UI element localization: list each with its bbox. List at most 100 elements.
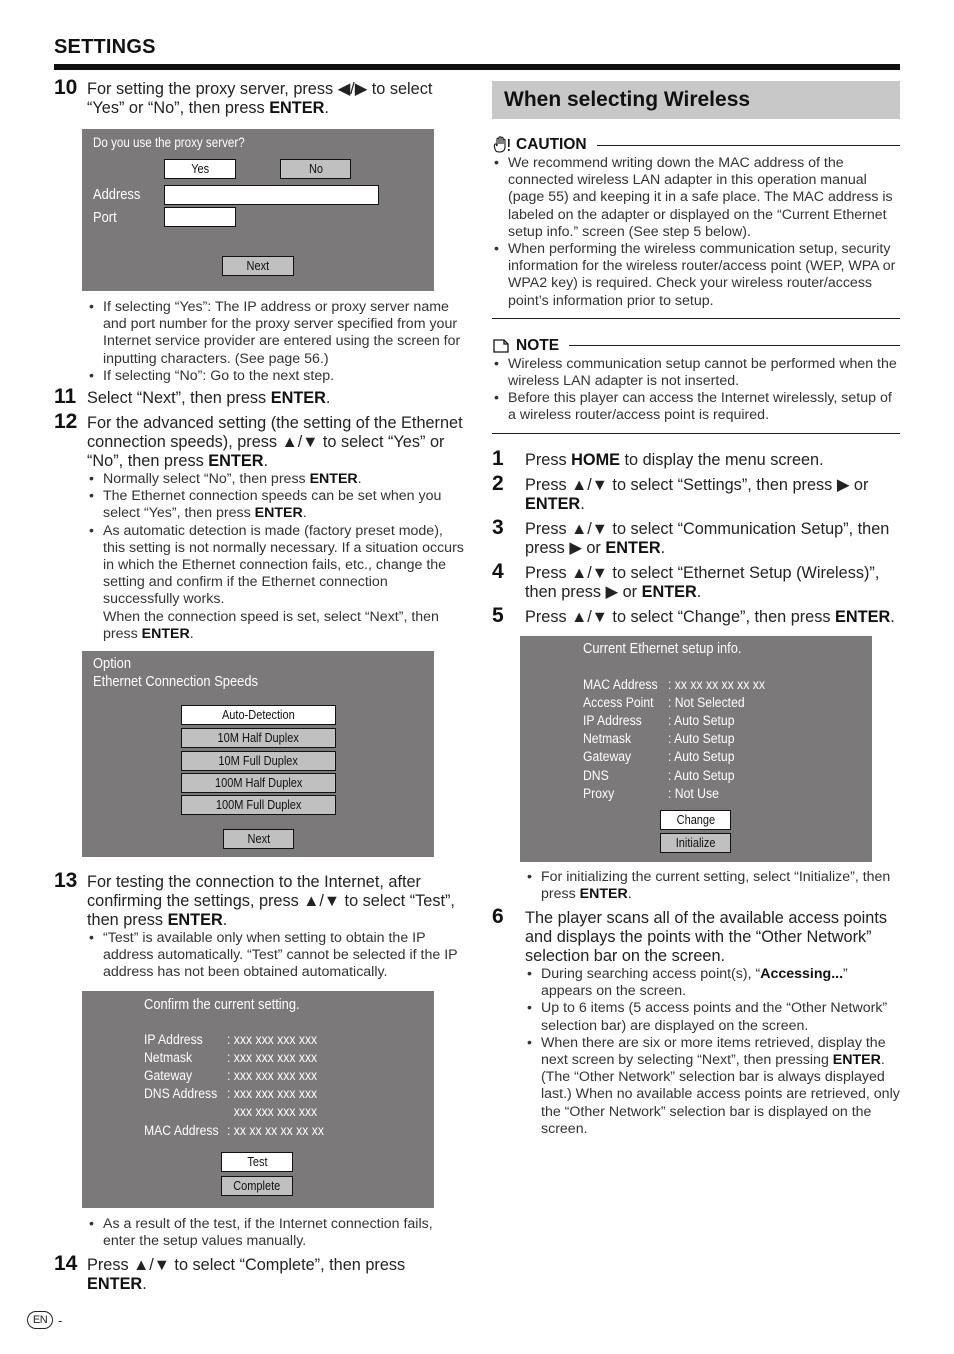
info-value: : Auto Setup: [668, 749, 735, 766]
step-number: 12: [54, 410, 78, 434]
note-box: NOTE Wireless communication setup cannot…: [492, 337, 900, 434]
step-text: Press ▲/▼ to select “Communication Setup…: [525, 519, 890, 557]
info-row: Netmask: Auto Setup: [583, 730, 843, 748]
caution-box: CAUTION We recommend writing down the MA…: [492, 136, 900, 319]
step-text: For setting the proxy server, press ◀/▶ …: [87, 80, 433, 117]
info-row: IP Address: Auto Setup: [583, 712, 843, 730]
key-enter: ENTER: [141, 625, 190, 642]
info-value: : Auto Setup: [668, 767, 735, 784]
note-list: Wireless communication setup cannot be p…: [492, 356, 900, 425]
ethernet-info-values: MAC Address: xx xx xx xx xx xx Access Poi…: [583, 676, 843, 803]
caution-list: We recommend writing down the MAC addres…: [492, 155, 900, 310]
note-item: When there are six or more items retriev…: [525, 1035, 900, 1138]
step-text: Press ▲/▼ to select “Ethernet Setup (Wir…: [525, 563, 880, 601]
step-13-notes: “Test” is available only when setting to…: [87, 930, 464, 982]
test-button[interactable]: Test: [221, 1151, 293, 1172]
section-heading: When selecting Wireless: [492, 81, 900, 119]
complete-button[interactable]: Complete: [221, 1175, 293, 1196]
port-input[interactable]: [164, 207, 236, 227]
speed-option[interactable]: 100M Full Duplex: [181, 795, 336, 816]
key-name: ENTER: [641, 582, 697, 601]
note-item: The Ethernet connection speeds can be se…: [87, 488, 464, 522]
info-value: : Auto Setup: [668, 713, 735, 730]
info-value: : xxx xxx xxx xxx: [227, 1086, 318, 1103]
speed-option[interactable]: 100M Half Duplex: [181, 773, 336, 794]
yes-button[interactable]: Yes: [164, 159, 236, 179]
confirm-title: Confirm the current setting.: [144, 995, 300, 1013]
info-key: MAC Address: [583, 676, 658, 693]
no-label: No: [308, 162, 323, 176]
info-key: Netmask: [583, 731, 632, 748]
step-number: 1: [492, 446, 504, 470]
caution-item: We recommend writing down the MAC addres…: [492, 155, 900, 241]
caution-rule: [596, 144, 900, 146]
info-key: Access Point: [583, 694, 654, 711]
page-section-title: SETTINGS: [54, 36, 156, 58]
step-text: Press ▲/▼ to select “Change”, then press: [525, 607, 836, 626]
info-row: xxx xxx xxx xxx: [144, 1103, 404, 1121]
note-text: As automatic detection is made (factory …: [103, 522, 464, 608]
key-enter: ENTER: [254, 505, 303, 522]
step-text-end: .: [890, 607, 895, 626]
note-title: NOTE: [492, 337, 900, 355]
note-page-icon: [493, 339, 509, 353]
caution-bottom-rule: [492, 317, 900, 319]
step-text: For testing the connection to the Intern…: [87, 873, 455, 930]
step-3: 3 Press ▲/▼ to select “Communication Setu…: [492, 517, 900, 558]
page-footer: EN -: [27, 1311, 62, 1329]
note-text-end: .: [357, 471, 362, 488]
info-row: DNS: Auto Setup: [583, 767, 843, 785]
proxy-server-screen: Do you use the proxy server? Yes No Addr…: [82, 129, 434, 291]
step-text-end: .: [222, 911, 228, 930]
step-number: 5: [492, 603, 504, 627]
no-button[interactable]: No: [280, 159, 351, 179]
port-label: Port: [93, 209, 117, 226]
step-2: 2 Press ▲/▼ to select “Settings”, then pr…: [492, 471, 900, 514]
key-enter: ENTER: [208, 452, 264, 471]
speed-option[interactable]: Auto-Detection: [181, 705, 336, 726]
note-item: Up to 6 items (5 access points and the “…: [525, 1000, 900, 1034]
step-5: 5 Press ▲/▼ to select “Change”, then pres…: [492, 603, 900, 627]
step-text: Press: [525, 450, 572, 469]
info-value: : Not Selected: [668, 694, 745, 711]
confirm-values: IP Address: xxx xxx xxx xxx Netmask: xxx …: [144, 1031, 404, 1140]
info-row: Gateway: Auto Setup: [583, 748, 843, 766]
key-enter: ENTER: [579, 885, 628, 902]
step-text-end: .: [325, 389, 331, 408]
step-6: 6 The player scans all of the available …: [492, 906, 900, 966]
change-button[interactable]: Change: [660, 809, 731, 830]
note-item: For initializing the current setting, se…: [525, 869, 900, 903]
step-5-notes: For initializing the current setting, se…: [525, 869, 900, 903]
speed-option[interactable]: 10M Full Duplex: [181, 751, 336, 772]
note-bottom-rule: [492, 432, 900, 434]
accessing-text: Accessing...: [760, 966, 844, 983]
step-10: 10 For setting the proxy server, press ◀…: [54, 77, 464, 118]
address-input[interactable]: [164, 185, 379, 205]
yes-label: Yes: [191, 162, 209, 176]
step-text: For the advanced setting (the setting of…: [87, 414, 463, 471]
note-item: As a result of the test, if the Internet…: [87, 1216, 464, 1250]
header-rule: [54, 64, 900, 70]
step-12-notes: Normally select “No”, then press ENTER. …: [87, 471, 464, 643]
speed-option-label: 10M Full Duplex: [218, 754, 299, 769]
next-button[interactable]: Next: [222, 256, 294, 276]
ethernet-speed-screen: Option Ethernet Connection Speeds Auto-D…: [82, 651, 434, 858]
step-text: Press ▲/▼ to select “Complete”, then pre…: [87, 1256, 406, 1275]
initialize-button[interactable]: Initialize: [660, 832, 731, 853]
option-title: Option: [93, 655, 132, 673]
step-text-end: .: [263, 452, 268, 471]
note-item: Before this player can access the Intern…: [492, 390, 900, 424]
caution-item: When performing the wireless communicati…: [492, 241, 900, 310]
wireless-steps: 1 Press HOME to display the menu screen. 2…: [492, 446, 900, 627]
ethernet-info-title: Current Ethernet setup info.: [583, 639, 742, 657]
info-row: Proxy: Not Use: [583, 785, 843, 803]
key-enter: ENTER: [87, 1275, 143, 1294]
speed-option-label: 100M Half Duplex: [214, 776, 303, 791]
step-4: 4 Press ▲/▼ to select “Ethernet Setup (Wi…: [492, 561, 900, 602]
step-number: 2: [492, 471, 504, 495]
next-button[interactable]: Next: [223, 829, 294, 850]
info-row: MAC Address: xx xx xx xx xx xx: [583, 676, 843, 694]
info-row: Gateway: xxx xxx xxx xxx: [144, 1067, 404, 1085]
speed-option[interactable]: 10M Half Duplex: [181, 728, 336, 749]
complete-label: Complete: [233, 1178, 281, 1193]
